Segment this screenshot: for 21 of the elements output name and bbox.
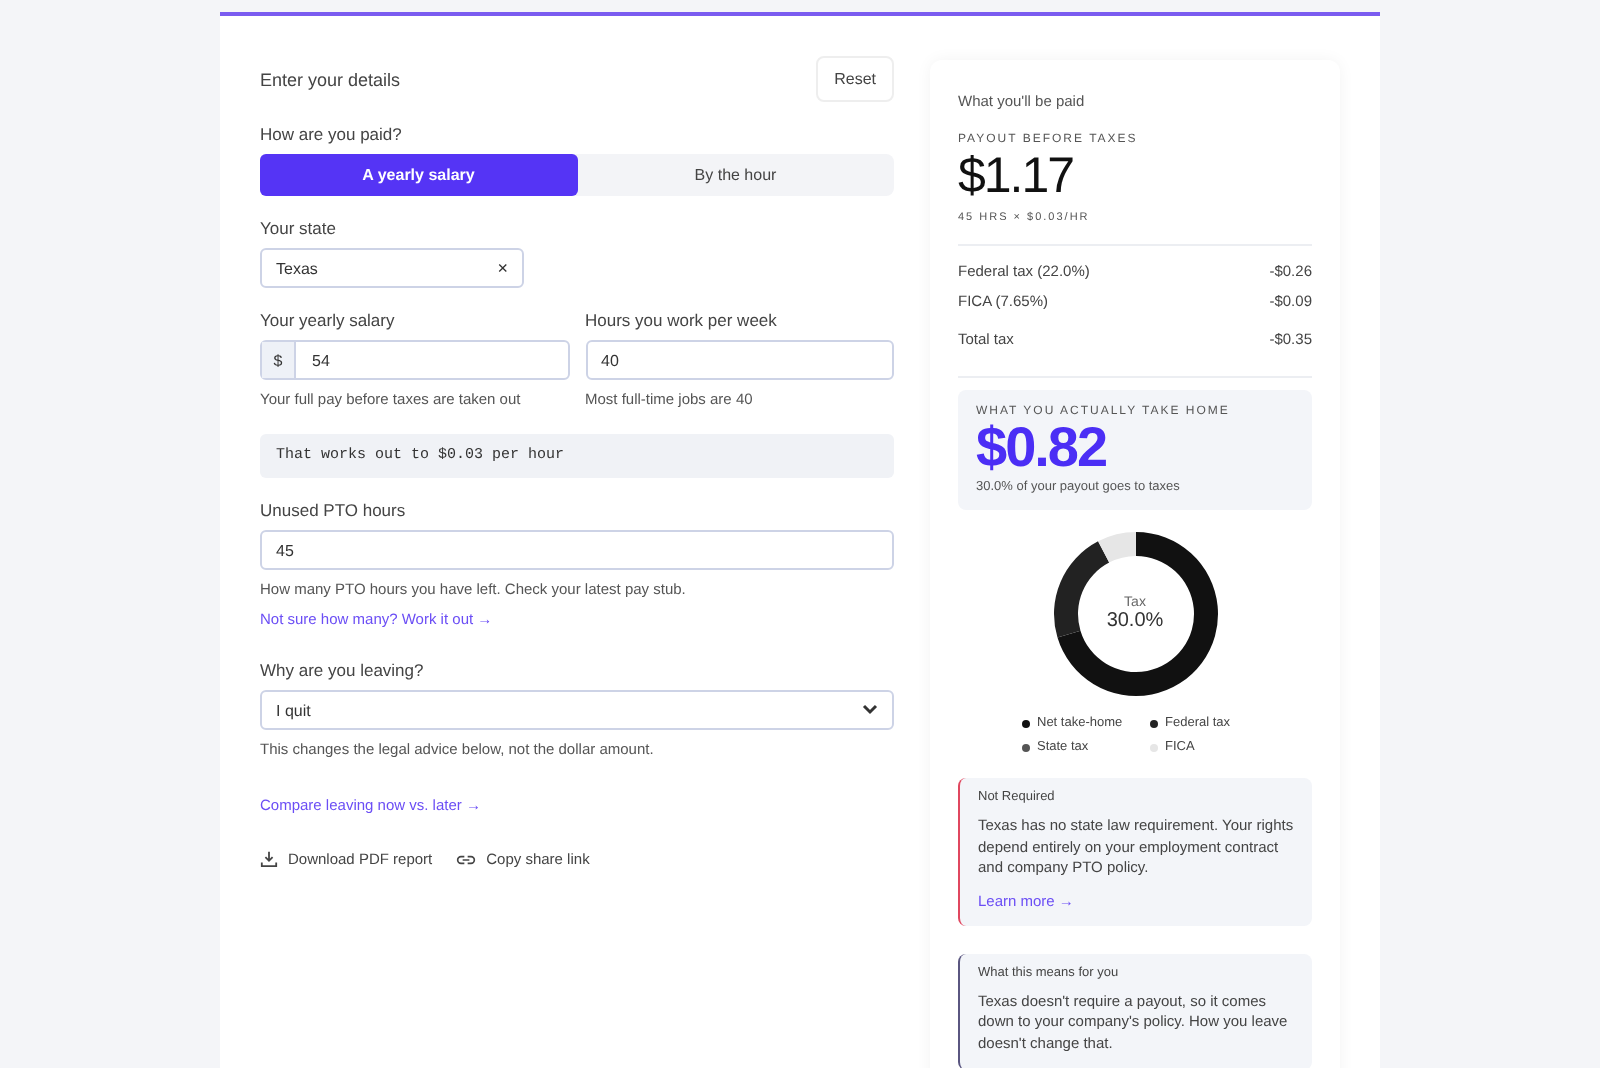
field-label: Your state	[260, 218, 336, 238]
field-label: Why are you leaving?	[260, 660, 424, 680]
reason-select[interactable]: I quit	[260, 690, 894, 730]
download-icon	[260, 850, 278, 868]
salary-field[interactable]: $ 54	[260, 340, 569, 380]
donut-value: 30.0%	[1106, 610, 1164, 633]
field-label: Hours you work per week	[585, 310, 777, 330]
link-icon	[456, 851, 477, 867]
field-label: How are you paid?	[260, 124, 402, 144]
hours-field[interactable]: 40	[585, 340, 894, 380]
field-label: Your yearly salary	[260, 310, 395, 330]
pay-type-tab[interactable]: By the hour	[577, 154, 894, 196]
take-home-amount: $0.82	[976, 418, 1107, 477]
payout-amount: $1.17	[958, 148, 1074, 206]
section-title: Enter your details	[260, 69, 401, 89]
pto-field[interactable]: 45	[260, 530, 894, 570]
reset-button[interactable]: Reset	[816, 56, 894, 102]
field-label: Unused PTO hours	[260, 500, 406, 520]
state-field[interactable]: Texas ×	[260, 248, 524, 288]
pay-type-tab[interactable]: A yearly salary	[260, 154, 577, 196]
chevron-down-icon	[862, 704, 878, 716]
